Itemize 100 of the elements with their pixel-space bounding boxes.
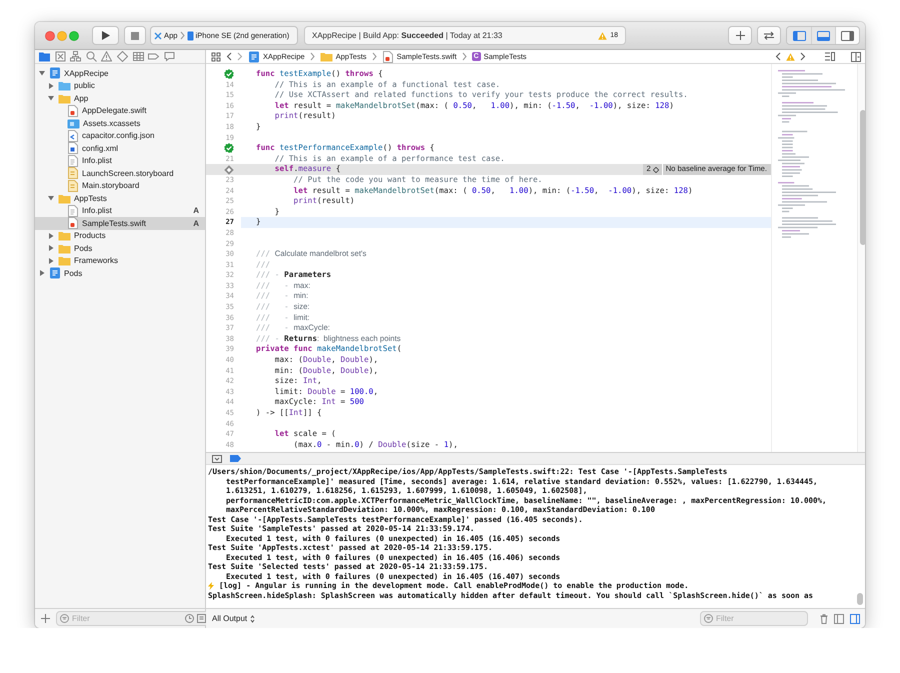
navigator-tab[interactable] — [54, 51, 66, 62]
diamond-icon — [116, 51, 128, 62]
swift-file-icon — [67, 217, 79, 230]
status-letter: A — [193, 218, 199, 228]
file-tree-row[interactable]: Pods — [35, 267, 205, 280]
run-button[interactable] — [92, 26, 119, 45]
list-icon[interactable] — [824, 52, 835, 61]
code-review-button[interactable] — [757, 26, 781, 45]
play-icon — [102, 31, 110, 40]
test-diamond-icon[interactable] — [224, 164, 234, 175]
file-name: Pods — [64, 268, 84, 278]
plus-icon — [41, 614, 50, 623]
plus-icon — [736, 31, 744, 40]
file-tree-row[interactable]: Frameworks — [35, 254, 205, 267]
navigator-area-toggle[interactable] — [787, 27, 811, 44]
debug-area-toggle[interactable] — [811, 27, 835, 44]
disclosure-triangle[interactable] — [48, 258, 54, 264]
filter-field[interactable]: Filter — [56, 611, 209, 626]
navigator-tab[interactable] — [132, 51, 144, 62]
chevron-icon — [180, 31, 185, 40]
navigator-tab[interactable] — [70, 51, 82, 62]
file-name: Main.storyboard — [82, 181, 140, 190]
file-tree-row[interactable]: Info.plist — [35, 154, 205, 167]
next-issue-icon[interactable] — [800, 52, 806, 61]
filter-field[interactable]: Filter — [700, 611, 808, 626]
folder-icon — [58, 192, 71, 204]
project-icon — [49, 267, 61, 280]
file-tree-row[interactable]: LaunchScreen.storyboard — [35, 167, 205, 180]
breakpoints-tag-icon[interactable] — [230, 455, 241, 462]
document-icon — [197, 614, 206, 623]
file-tree-row[interactable]: config.xml — [35, 142, 205, 154]
file-tree-row[interactable]: Assets.xcassets — [35, 117, 205, 130]
file-tree-row[interactable]: AppDelegate.swift — [35, 104, 205, 117]
swift-file-icon — [67, 104, 79, 117]
navigator-tab[interactable] — [148, 51, 160, 62]
project-icon — [49, 67, 61, 80]
file-tree-row[interactable]: AppTests — [35, 192, 205, 204]
warning-icon[interactable] — [786, 52, 795, 60]
console-view-toggle-icon[interactable] — [850, 614, 860, 624]
storyboard-file-icon — [67, 180, 79, 192]
disclosure-triangle[interactable] — [48, 95, 54, 102]
folder-icon — [58, 242, 71, 254]
scrollbar-thumb[interactable] — [860, 110, 865, 245]
phone-icon — [186, 30, 194, 40]
file-name: Pods — [74, 244, 94, 253]
filter-input[interactable]: Filter — [716, 614, 804, 623]
filter-input[interactable]: Filter — [72, 614, 182, 623]
scrollbar-thumb[interactable] — [857, 593, 863, 605]
disclosure-triangle[interactable] — [48, 82, 54, 89]
panel-layout-icon — [792, 30, 806, 40]
file-tree-row[interactable]: SampleTests.swift A — [35, 217, 205, 230]
output-menu-button[interactable]: All Output — [212, 614, 256, 623]
hierarchy-icon — [70, 51, 82, 62]
navigator-tab[interactable] — [39, 51, 50, 62]
hide-debug-area-icon[interactable] — [212, 454, 222, 462]
file-name: Info.plist — [82, 206, 113, 216]
navigator-tab[interactable] — [86, 51, 97, 62]
file-name: Info.plist — [82, 156, 113, 166]
panel-layout-icon — [841, 30, 854, 40]
file-tree-row[interactable]: XAppRecipe — [35, 67, 205, 80]
chevron-icon — [372, 52, 377, 61]
filter-icon — [704, 614, 713, 623]
add-file-button[interactable] — [41, 614, 50, 623]
stop-button[interactable] — [124, 26, 146, 45]
disclosure-triangle[interactable] — [39, 70, 45, 76]
disclosure-triangle[interactable] — [48, 195, 54, 202]
folder-icon — [58, 255, 71, 266]
previous-issue-icon[interactable] — [775, 52, 781, 61]
navigator-tab[interactable] — [101, 51, 112, 62]
file-name: XAppRecipe — [64, 68, 110, 78]
file-name: Frameworks — [74, 256, 120, 266]
file-tree-row[interactable]: Pods — [35, 242, 205, 254]
file-tree-row[interactable]: Info.plist A — [35, 204, 205, 217]
app-target-icon — [154, 32, 162, 40]
warning-icon — [598, 32, 608, 40]
file-tree-row[interactable]: Main.storyboard — [35, 180, 205, 192]
test-passed-icon[interactable] — [224, 69, 234, 80]
plist-file-icon — [67, 204, 79, 217]
disclosure-triangle[interactable] — [48, 245, 54, 252]
xml-file-icon — [67, 142, 79, 154]
add-button[interactable] — [728, 26, 752, 45]
file-name: capacitor.config.json — [82, 131, 156, 140]
disclosure-triangle[interactable] — [39, 270, 45, 276]
test-passed-icon[interactable] — [224, 143, 234, 154]
grid-icon — [132, 51, 144, 62]
navigator-tab[interactable] — [116, 51, 128, 62]
file-tree-row[interactable]: capacitor.config.json — [35, 130, 205, 142]
status-letter: A — [193, 206, 199, 216]
file-tree-row[interactable]: Products — [35, 230, 205, 242]
disclosure-triangle[interactable] — [48, 232, 54, 239]
close-window-button[interactable] — [45, 30, 55, 40]
variables-view-toggle-icon[interactable] — [834, 614, 844, 624]
related-items-icon[interactable] — [211, 52, 221, 62]
file-tree-row[interactable]: public — [35, 80, 205, 92]
trash-icon[interactable] — [820, 614, 828, 624]
build-status-text: XAppRecipe | Build App: Succeeded | Today at 21:33 — [312, 31, 504, 40]
file-tree-row[interactable]: App — [35, 92, 205, 104]
split-editor-icon[interactable] — [851, 52, 861, 62]
zoom-window-button[interactable] — [69, 30, 79, 40]
navigator-tab[interactable] — [164, 51, 175, 62]
